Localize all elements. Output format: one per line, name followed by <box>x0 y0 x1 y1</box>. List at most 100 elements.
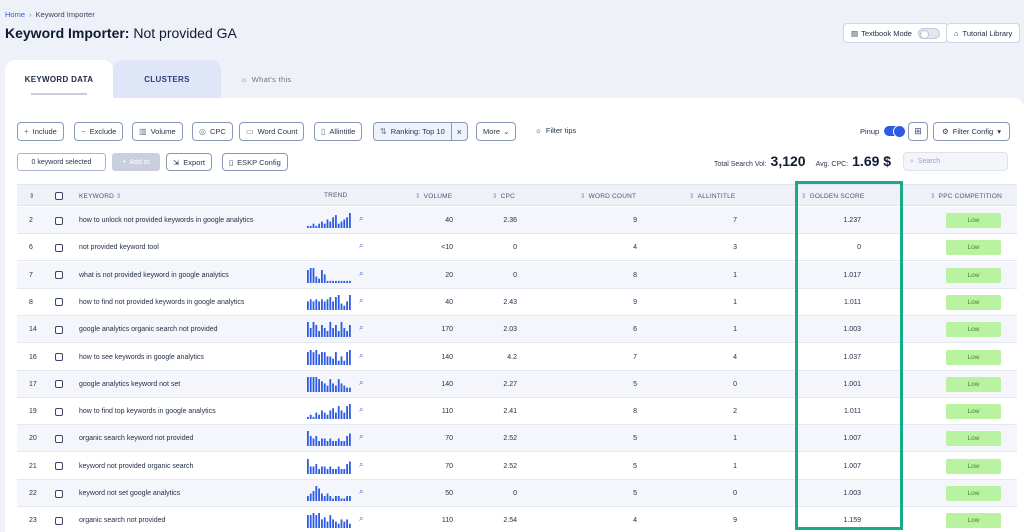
tutorial-library-button[interactable]: ⌂ Tutorial Library <box>946 23 1021 43</box>
eskp-config-button[interactable]: ▯ ESKP Config <box>222 153 288 171</box>
row-checkbox[interactable] <box>55 380 63 389</box>
table-row[interactable]: 20 organic search keyword not provided ⌕ 70… <box>17 425 1017 453</box>
search-input[interactable]: ⌕ Search <box>903 152 1008 171</box>
table-row[interactable]: 14 google analytics organic search not pr… <box>17 316 1017 344</box>
trend-bar <box>337 466 340 474</box>
whats-this-link[interactable]: ☼ What's this <box>221 60 311 98</box>
close-icon[interactable]: × <box>450 123 467 140</box>
trend-sparkline[interactable] <box>307 316 353 343</box>
more-filters-dropdown[interactable]: More ⌄ <box>476 122 517 141</box>
allintitle-filter-button[interactable]: ▯ Allintitle <box>314 122 363 141</box>
trend-sparkline[interactable] <box>307 507 353 532</box>
keyword-text[interactable]: keyword not provided organic search <box>79 453 193 480</box>
textbook-mode-toggle[interactable]: ▤ Textbook Mode <box>843 23 948 43</box>
tab-keyword-data[interactable]: KEYWORD DATA <box>5 60 113 98</box>
row-checkbox[interactable] <box>55 489 63 498</box>
textbook-switch[interactable] <box>917 27 940 39</box>
search-icon[interactable]: ⌕ <box>359 323 363 333</box>
table-row[interactable]: 16 how to see keywords in google analytic… <box>17 344 1017 371</box>
add-to-button[interactable]: + Add to <box>112 153 160 171</box>
volume-filter-button[interactable]: ▥ Volume <box>132 122 183 141</box>
keyword-text[interactable]: google analytics organic search not prov… <box>79 316 218 343</box>
keyword-text[interactable]: organic search not provided <box>79 507 165 532</box>
row-checkbox[interactable] <box>55 298 63 307</box>
keyword-text[interactable]: how to find not provided keywords in goo… <box>79 289 244 316</box>
row-checkbox[interactable] <box>55 462 63 471</box>
trend-bar <box>335 296 337 310</box>
table-row[interactable]: 17 google analytics keyword not set ⌕ 140 2.… <box>17 370 1017 398</box>
row-checkbox[interactable] <box>55 434 63 443</box>
ranking-filter-chip[interactable]: ⇅ Ranking: Top 10 × <box>373 122 468 141</box>
cpc-filter-button[interactable]: ◎ CPC <box>192 122 233 141</box>
filter-config-dropdown[interactable]: ⚙ Filter Config ▾ <box>933 122 1010 141</box>
trend-sparkline[interactable] <box>307 262 353 289</box>
keyword-text[interactable]: how to find top keywords in google analy… <box>79 398 216 425</box>
trend-bar <box>346 436 348 447</box>
sort-icon[interactable]: ⇕ <box>29 192 35 200</box>
table-row[interactable]: 8 how to find not provided keywords in go… <box>17 289 1017 316</box>
row-checkbox[interactable] <box>55 243 63 252</box>
table-row[interactable]: 19 how to find top keywords in google ana… <box>17 398 1017 426</box>
trend-sparkline[interactable] <box>307 453 353 480</box>
trend-sparkline[interactable] <box>307 371 353 398</box>
column-ppc-competition[interactable]: ⇕ PPC COMPETITION <box>930 192 1002 200</box>
document-icon: ▯ <box>229 157 234 167</box>
keyword-text[interactable]: not provided keyword tool <box>79 234 159 261</box>
trend-bar <box>307 301 309 310</box>
column-keyword[interactable]: KEYWORD ⇕ <box>79 192 125 200</box>
column-allintitle[interactable]: ⇕ ALLINTITLE <box>689 192 735 200</box>
keyword-text[interactable]: google analytics keyword not set <box>79 371 180 398</box>
trend-sparkline[interactable] <box>307 344 353 371</box>
row-checkbox[interactable] <box>55 407 63 416</box>
search-icon[interactable]: ⌕ <box>359 487 363 497</box>
trend-sparkline[interactable] <box>307 398 353 425</box>
search-icon[interactable]: ⌕ <box>359 296 363 306</box>
select-all-checkbox[interactable] <box>55 192 63 200</box>
word-count-filter-button[interactable]: ▭ Word Count <box>239 122 305 141</box>
textbook-mode-label: Textbook Mode <box>861 28 912 38</box>
tab-clusters[interactable]: CLUSTERS <box>113 60 221 98</box>
include-filter-button[interactable]: + Include <box>17 122 64 141</box>
column-volume[interactable]: ⇕ VOLUME <box>415 192 452 200</box>
search-icon[interactable]: ⌕ <box>359 214 363 224</box>
row-checkbox[interactable] <box>55 516 63 525</box>
row-checkbox[interactable] <box>55 353 63 361</box>
exclude-filter-button[interactable]: − Exclude <box>74 122 124 141</box>
table-row[interactable]: 21 keyword not provided organic search ⌕ 70… <box>17 453 1017 480</box>
keyword-text[interactable]: how to unlock not provided keywords in g… <box>79 207 253 234</box>
row-checkbox[interactable] <box>55 271 63 280</box>
pinup-switch[interactable] <box>884 125 906 138</box>
trend-sparkline[interactable] <box>307 480 353 507</box>
search-icon[interactable]: ⌕ <box>359 351 363 361</box>
export-button[interactable]: ⇲ Export <box>166 153 212 171</box>
row-checkbox[interactable] <box>55 216 63 225</box>
search-icon[interactable]: ⌕ <box>359 405 363 415</box>
keyword-text[interactable]: organic search keyword not provided <box>79 425 193 452</box>
search-icon[interactable]: ⌕ <box>359 432 363 442</box>
column-cpc[interactable]: ⇕ CPC <box>492 192 515 200</box>
trend-bar <box>326 355 329 365</box>
trend-bar <box>340 280 343 283</box>
column-word-count[interactable]: ⇕ WORD COUNT <box>580 192 636 200</box>
search-icon[interactable]: ⌕ <box>359 269 363 279</box>
search-icon[interactable]: ⌕ <box>359 378 363 388</box>
table-row[interactable]: 2 how to unlock not provided keywords in … <box>17 207 1017 234</box>
column-golden-score[interactable]: ⇕ GOLDEN SCORE <box>801 192 864 200</box>
columns-layout-button[interactable]: ⊞ <box>908 122 928 141</box>
table-row[interactable]: 7 what is not provided keyword in google … <box>17 261 1017 289</box>
search-icon[interactable]: ⌕ <box>359 241 363 251</box>
trend-sparkline[interactable] <box>307 425 353 452</box>
filter-tips-link[interactable]: ☼ Filter tips <box>535 126 576 135</box>
table-row[interactable]: 23 organic search not provided ⌕ 110 2.54 4 9 1… <box>17 507 1017 532</box>
breadcrumb-home[interactable]: Home <box>5 10 25 19</box>
table-row[interactable]: 6 not provided keyword tool ⌕ <10 0 4 3 0 Low <box>17 234 1017 262</box>
keyword-text[interactable]: what is not provided keyword in google a… <box>79 262 229 289</box>
keyword-text[interactable]: how to see keywords in google analytics <box>79 344 204 371</box>
trend-sparkline[interactable] <box>307 289 353 316</box>
table-row[interactable]: 22 keyword not set google analytics ⌕ 50 0 5 0… <box>17 480 1017 507</box>
keyword-text[interactable]: keyword not set google analytics <box>79 480 180 507</box>
search-icon[interactable]: ⌕ <box>359 514 363 524</box>
search-icon[interactable]: ⌕ <box>359 460 363 470</box>
row-checkbox[interactable] <box>55 325 63 334</box>
trend-sparkline[interactable] <box>307 207 353 234</box>
